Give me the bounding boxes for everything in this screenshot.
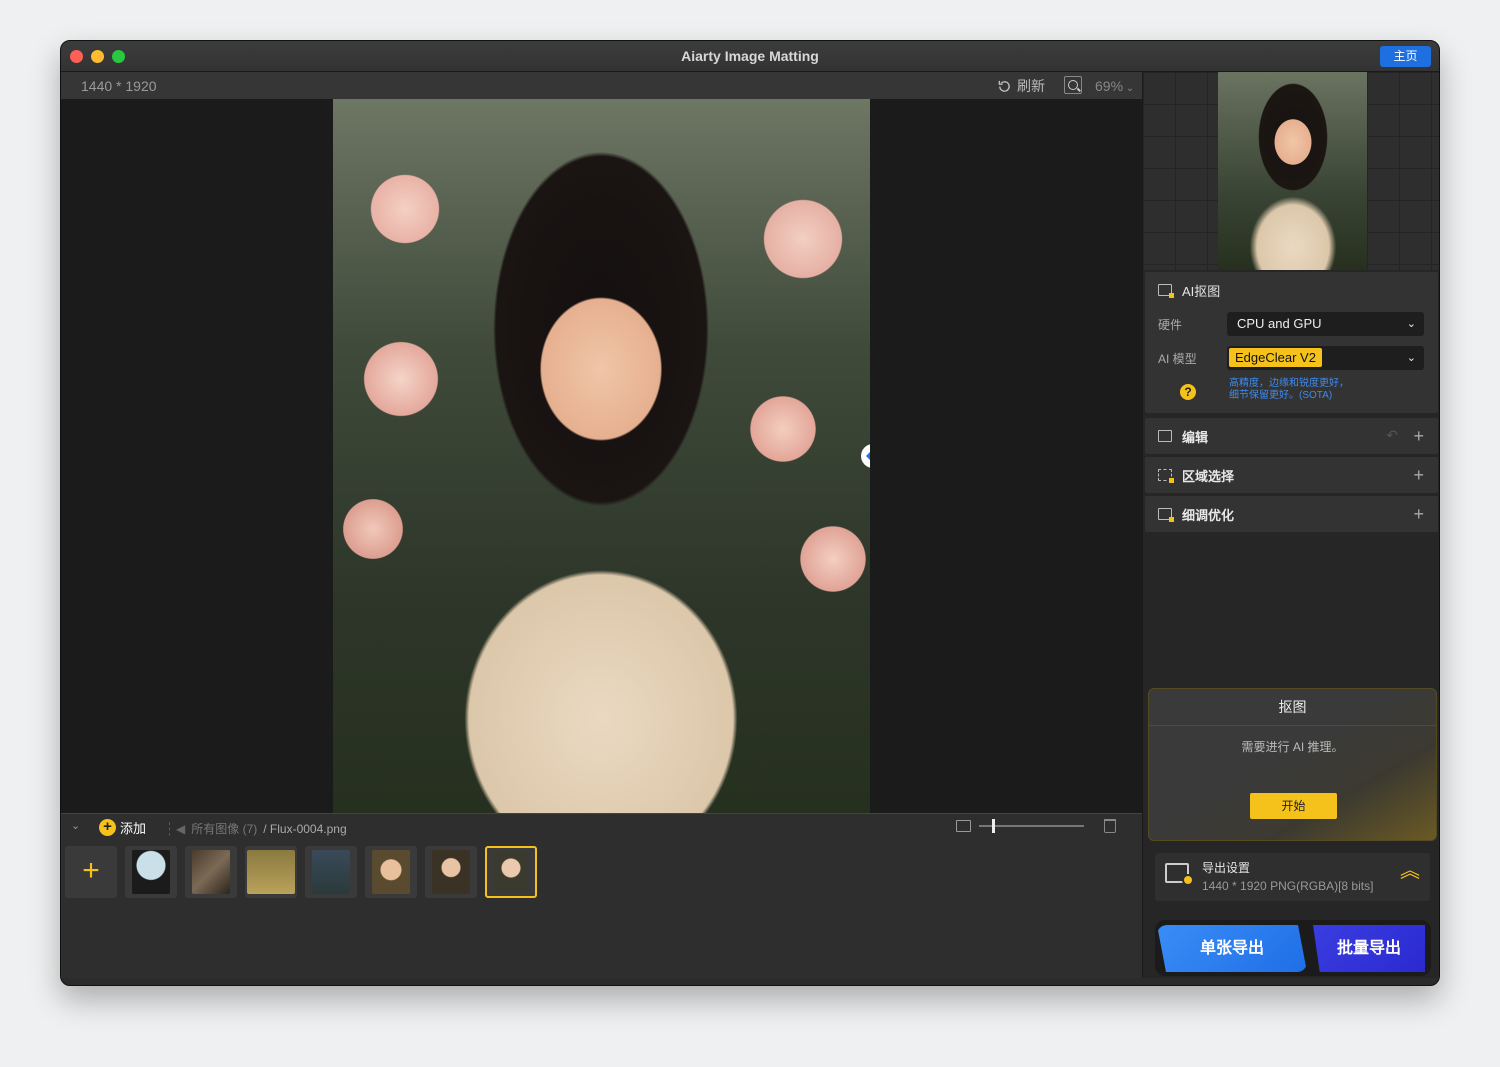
breadcrumb-all-images[interactable]: 所有图像 (7) <box>191 820 257 837</box>
edit-section[interactable]: 编辑 ↶ + <box>1145 418 1438 454</box>
breadcrumb: ◀ 所有图像 (7) / Flux-0004.png <box>169 820 347 837</box>
ai-matting-header[interactable]: AI抠图 <box>1145 272 1438 308</box>
undo-icon[interactable]: ↶ <box>1386 427 1398 444</box>
chevron-up-double-icon[interactable]: ︽ <box>1400 861 1420 881</box>
window-title: Aiarty Image Matting <box>681 48 819 64</box>
image-dimensions: 1440 * 1920 <box>81 78 157 94</box>
split-arrows-icon <box>866 452 870 460</box>
compare-split-handle[interactable] <box>861 444 870 468</box>
model-hint: 高精度，边缘和锐度更好， 细节保留更好。(SOTA) <box>1229 378 1379 402</box>
zoom-fit-icon[interactable] <box>1064 76 1082 94</box>
region-select-section[interactable]: 区域选择 + <box>1145 457 1438 493</box>
expand-plus-icon[interactable]: + <box>1413 465 1424 486</box>
thumbnail-girl-bouquet[interactable] <box>365 846 417 898</box>
app-window: Aiarty Image Matting 主页 1440 * 1920 刷新 6… <box>60 40 1440 986</box>
model-hint-line2: 细节保留更好。(SOTA) <box>1229 390 1333 401</box>
right-sidebar: AI抠图 硬件 CPU and GPU ⌄ AI 模型 EdgeClear V2… <box>1142 72 1439 978</box>
trash-icon[interactable] <box>1104 819 1116 833</box>
edit-title: 编辑 <box>1182 429 1209 445</box>
ai-matting-panel: AI抠图 硬件 CPU and GPU ⌄ AI 模型 EdgeClear V2… <box>1145 272 1438 413</box>
gear-icon <box>1182 874 1194 886</box>
ai-matting-icon <box>1158 284 1174 298</box>
collapse-chevron-icon[interactable]: ⌄ <box>71 819 80 832</box>
model-value: EdgeClear V2 <box>1229 348 1322 367</box>
chevron-down-icon: ⌄ <box>1123 83 1135 94</box>
zoom-select[interactable]: 69% ⌄ <box>1095 78 1134 94</box>
chevron-down-icon: ⌄ <box>1406 352 1416 364</box>
breadcrumb-current: / Flux-0004.png <box>263 821 347 836</box>
canvas-toolbar: 1440 * 1920 刷新 69% ⌄ <box>61 72 1142 99</box>
image-canvas[interactable] <box>61 99 1142 813</box>
export-settings-title: 导出设置 <box>1202 861 1251 875</box>
refine-section[interactable]: 细调优化 + <box>1145 496 1438 532</box>
hardware-select[interactable]: CPU and GPU ⌄ <box>1227 312 1424 336</box>
home-button[interactable]: 主页 <box>1380 46 1431 67</box>
batch-export-button[interactable]: 批量导出 <box>1313 925 1425 972</box>
refresh-label: 刷新 <box>1017 78 1045 94</box>
export-settings-info: 1440 * 1920 PNG(RGBA)[8 bits] <box>1202 879 1374 893</box>
matting-message: 需要进行 AI 推理。 <box>1241 740 1344 754</box>
expand-plus-icon[interactable]: + <box>1413 426 1424 447</box>
thumbnail-size-slider[interactable] <box>979 819 1084 833</box>
thumbnail-flux-0004-selected[interactable] <box>485 846 537 898</box>
region-select-icon <box>1158 469 1174 483</box>
thumbnail-forest-ruins[interactable] <box>185 846 237 898</box>
export-settings[interactable]: 导出设置 1440 * 1920 PNG(RGBA)[8 bits] ︽ <box>1155 853 1430 901</box>
thumbnail-woman-red-dress[interactable] <box>305 846 357 898</box>
strip-toolbar: ⌄ + 添加 ◀ 所有图像 (7) / Flux-0004.png <box>61 814 1142 840</box>
model-select[interactable]: EdgeClear V2 ⌄ <box>1227 346 1424 370</box>
add-thumbnail-button[interactable]: + <box>65 846 117 898</box>
hardware-label: 硬件 <box>1158 318 1183 332</box>
thumbnail-woman-flowers[interactable] <box>425 846 477 898</box>
matting-title: 抠图 <box>1149 689 1436 726</box>
model-hint-line1: 高精度，边缘和锐度更好， <box>1229 378 1349 389</box>
hardware-value: CPU and GPU <box>1237 316 1322 331</box>
add-label: 添加 <box>120 821 147 836</box>
thumbnail-size-control <box>956 819 1084 833</box>
help-icon[interactable]: ? <box>1180 384 1196 400</box>
add-images-button[interactable]: + 添加 <box>99 818 146 837</box>
source-image[interactable] <box>333 99 870 813</box>
model-label: AI 模型 <box>1158 352 1197 366</box>
ai-matting-title: AI抠图 <box>1182 283 1221 299</box>
expand-plus-icon[interactable]: + <box>1413 504 1424 525</box>
matting-run-panel: 抠图 需要进行 AI 推理。 开始 <box>1148 688 1437 841</box>
start-button[interactable]: 开始 <box>1250 793 1337 819</box>
single-export-button[interactable]: 单张导出 <box>1157 925 1307 972</box>
zoom-value: 69% <box>1095 78 1124 94</box>
edit-icon <box>1158 430 1172 442</box>
region-title: 区域选择 <box>1182 468 1235 484</box>
preview-thumbnail <box>1218 72 1367 270</box>
image-strip: ⌄ + 添加 ◀ 所有图像 (7) / Flux-0004.png + <box>61 813 1142 978</box>
refresh-icon <box>998 80 1010 92</box>
slider-knob[interactable] <box>991 819 995 833</box>
add-icon: + <box>99 819 116 836</box>
preview-navigator[interactable] <box>1143 72 1439 270</box>
chevron-down-icon: ⌄ <box>1406 318 1416 330</box>
separator <box>169 821 170 836</box>
thumbnail-jellyfish[interactable] <box>125 846 177 898</box>
image-icon <box>956 820 971 832</box>
thumbnail-list: + <box>65 846 537 898</box>
thumbnail-bicycle[interactable] <box>245 846 297 898</box>
back-arrow-icon[interactable]: ◀ <box>176 822 185 836</box>
refine-icon <box>1158 508 1174 522</box>
refresh-button[interactable]: 刷新 <box>997 76 1045 96</box>
title-bar: Aiarty Image Matting 主页 <box>61 41 1439 72</box>
refine-title: 细调优化 <box>1182 507 1235 523</box>
